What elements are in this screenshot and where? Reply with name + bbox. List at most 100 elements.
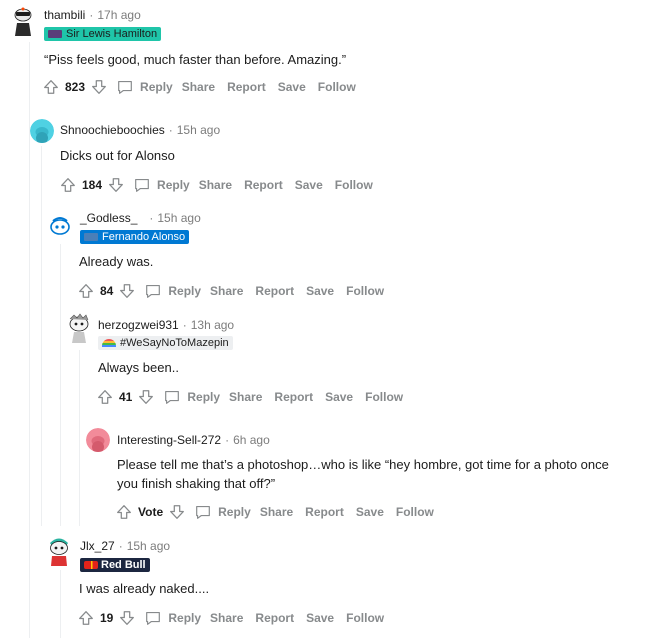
comment-actions: 84 Reply Share Report Save Follow <box>77 279 384 303</box>
follow-button[interactable]: Follow <box>335 178 373 192</box>
thread-line[interactable] <box>60 244 61 526</box>
share-button[interactable]: Share <box>229 390 262 404</box>
vote-score: 823 <box>65 80 86 94</box>
author-name[interactable]: Interesting-Sell-272 <box>117 433 221 447</box>
upvote-icon[interactable] <box>59 176 77 194</box>
upvote-icon[interactable] <box>42 78 60 96</box>
reply-label: Reply <box>168 611 202 625</box>
share-button[interactable]: Share <box>210 284 243 298</box>
avatar[interactable] <box>30 119 54 143</box>
comment-body: Always been.. <box>98 360 179 375</box>
thread-line[interactable] <box>41 146 42 526</box>
comment-icon <box>146 285 161 298</box>
follow-button[interactable]: Follow <box>346 284 384 298</box>
reply-button[interactable]: Reply <box>194 503 251 521</box>
save-button[interactable]: Save <box>278 80 306 94</box>
share-button[interactable]: Share <box>199 178 232 192</box>
reply-button[interactable]: Reply <box>116 78 173 96</box>
upvote-icon[interactable] <box>96 388 114 406</box>
timestamp[interactable]: 15h ago <box>177 123 220 137</box>
comment-meta: _Godless_ · 15h ago <box>80 211 201 225</box>
vote-score: 19 <box>100 611 114 625</box>
user-flair: Sir Lewis Hamilton <box>44 27 162 41</box>
avatar[interactable] <box>46 535 72 567</box>
comment-actions: Vote Reply Share Report Save Follow <box>115 500 434 524</box>
reply-button[interactable]: Reply <box>144 609 201 627</box>
vote-score: 84 <box>100 284 114 298</box>
car-icon <box>48 30 62 38</box>
separator: · <box>89 8 94 22</box>
avatar[interactable] <box>66 313 92 345</box>
comment-icon <box>165 391 180 404</box>
separator: · <box>182 318 187 332</box>
author-name[interactable]: _Godless_ <box>80 211 137 225</box>
user-flair: #WeSayNoToMazepin <box>98 336 233 350</box>
author-name[interactable]: thambili <box>44 8 85 22</box>
comment-body: Please tell me that’s a photoshop…who is… <box>117 455 657 493</box>
upvote-icon[interactable] <box>115 503 133 521</box>
author-name[interactable]: Jlx_27 <box>80 539 115 553</box>
comment-meta: Shnoochieboochies · 15h ago <box>60 123 220 137</box>
author-name[interactable]: Shnoochieboochies <box>60 123 165 137</box>
report-button[interactable]: Report <box>305 505 344 519</box>
share-button[interactable]: Share <box>182 80 215 94</box>
follow-button[interactable]: Follow <box>396 505 434 519</box>
save-button[interactable]: Save <box>325 390 353 404</box>
comment-body: I was already naked.... <box>79 581 210 596</box>
thread-line[interactable] <box>60 570 61 638</box>
report-button[interactable]: Report <box>255 611 294 625</box>
comment-meta: Interesting-Sell-272 · 6h ago <box>117 433 270 447</box>
save-button[interactable]: Save <box>306 611 334 625</box>
downvote-icon[interactable] <box>168 503 186 521</box>
comment-body: Dicks out for Alonso <box>60 148 175 163</box>
timestamp[interactable]: 15h ago <box>157 211 200 225</box>
report-button[interactable]: Report <box>227 80 266 94</box>
avatar[interactable] <box>48 215 72 239</box>
report-button[interactable]: Report <box>244 178 283 192</box>
share-button[interactable]: Share <box>260 505 293 519</box>
report-button[interactable]: Report <box>274 390 313 404</box>
follow-button[interactable]: Follow <box>346 611 384 625</box>
vote-score: 41 <box>119 390 133 404</box>
upvote-icon[interactable] <box>77 282 95 300</box>
avatar[interactable] <box>86 428 110 452</box>
downvote-icon[interactable] <box>118 609 136 627</box>
flair-text: Red Bull <box>101 559 146 571</box>
save-button[interactable]: Save <box>306 284 334 298</box>
car-icon <box>84 233 98 241</box>
reply-button[interactable]: Reply <box>144 282 201 300</box>
downvote-icon[interactable] <box>137 388 155 406</box>
comment-actions: 19 Reply Share Report Save Follow <box>77 606 384 630</box>
vote-score: 184 <box>82 178 103 192</box>
comment-body-line: Please tell me that’s a photoshop…who is… <box>117 457 609 472</box>
follow-button[interactable]: Follow <box>318 80 356 94</box>
share-button[interactable]: Share <box>210 611 243 625</box>
avatar[interactable] <box>10 6 36 38</box>
comment-body: “Piss feels good, much faster than befor… <box>44 52 347 67</box>
comment-meta: thambili · 17h ago <box>44 8 141 22</box>
timestamp[interactable]: 13h ago <box>191 318 234 332</box>
downvote-icon[interactable] <box>107 176 125 194</box>
upvote-icon[interactable] <box>77 609 95 627</box>
follow-button[interactable]: Follow <box>365 390 403 404</box>
save-button[interactable]: Save <box>356 505 384 519</box>
thread-line[interactable] <box>79 350 80 526</box>
comment-body-line: you finish shaking that off?” <box>117 476 276 491</box>
reply-label: Reply <box>157 178 190 192</box>
timestamp[interactable]: 17h ago <box>97 8 140 22</box>
timestamp[interactable]: 6h ago <box>233 433 270 447</box>
timestamp[interactable]: 15h ago <box>127 539 170 553</box>
reply-button[interactable]: Reply <box>163 388 220 406</box>
rainbow-icon <box>102 339 116 347</box>
comment-actions: 823 Reply Share Report Save Follow <box>42 75 356 99</box>
comment-icon <box>196 506 211 519</box>
reply-button[interactable]: Reply <box>133 176 190 194</box>
report-button[interactable]: Report <box>255 284 294 298</box>
user-flair: Red Bull <box>80 558 150 572</box>
author-name[interactable]: herzogzwei931 <box>98 318 179 332</box>
downvote-icon[interactable] <box>90 78 108 96</box>
comment-icon <box>135 179 149 192</box>
downvote-icon[interactable] <box>118 282 136 300</box>
save-button[interactable]: Save <box>295 178 323 192</box>
flair-text: #WeSayNoToMazepin <box>120 337 229 349</box>
